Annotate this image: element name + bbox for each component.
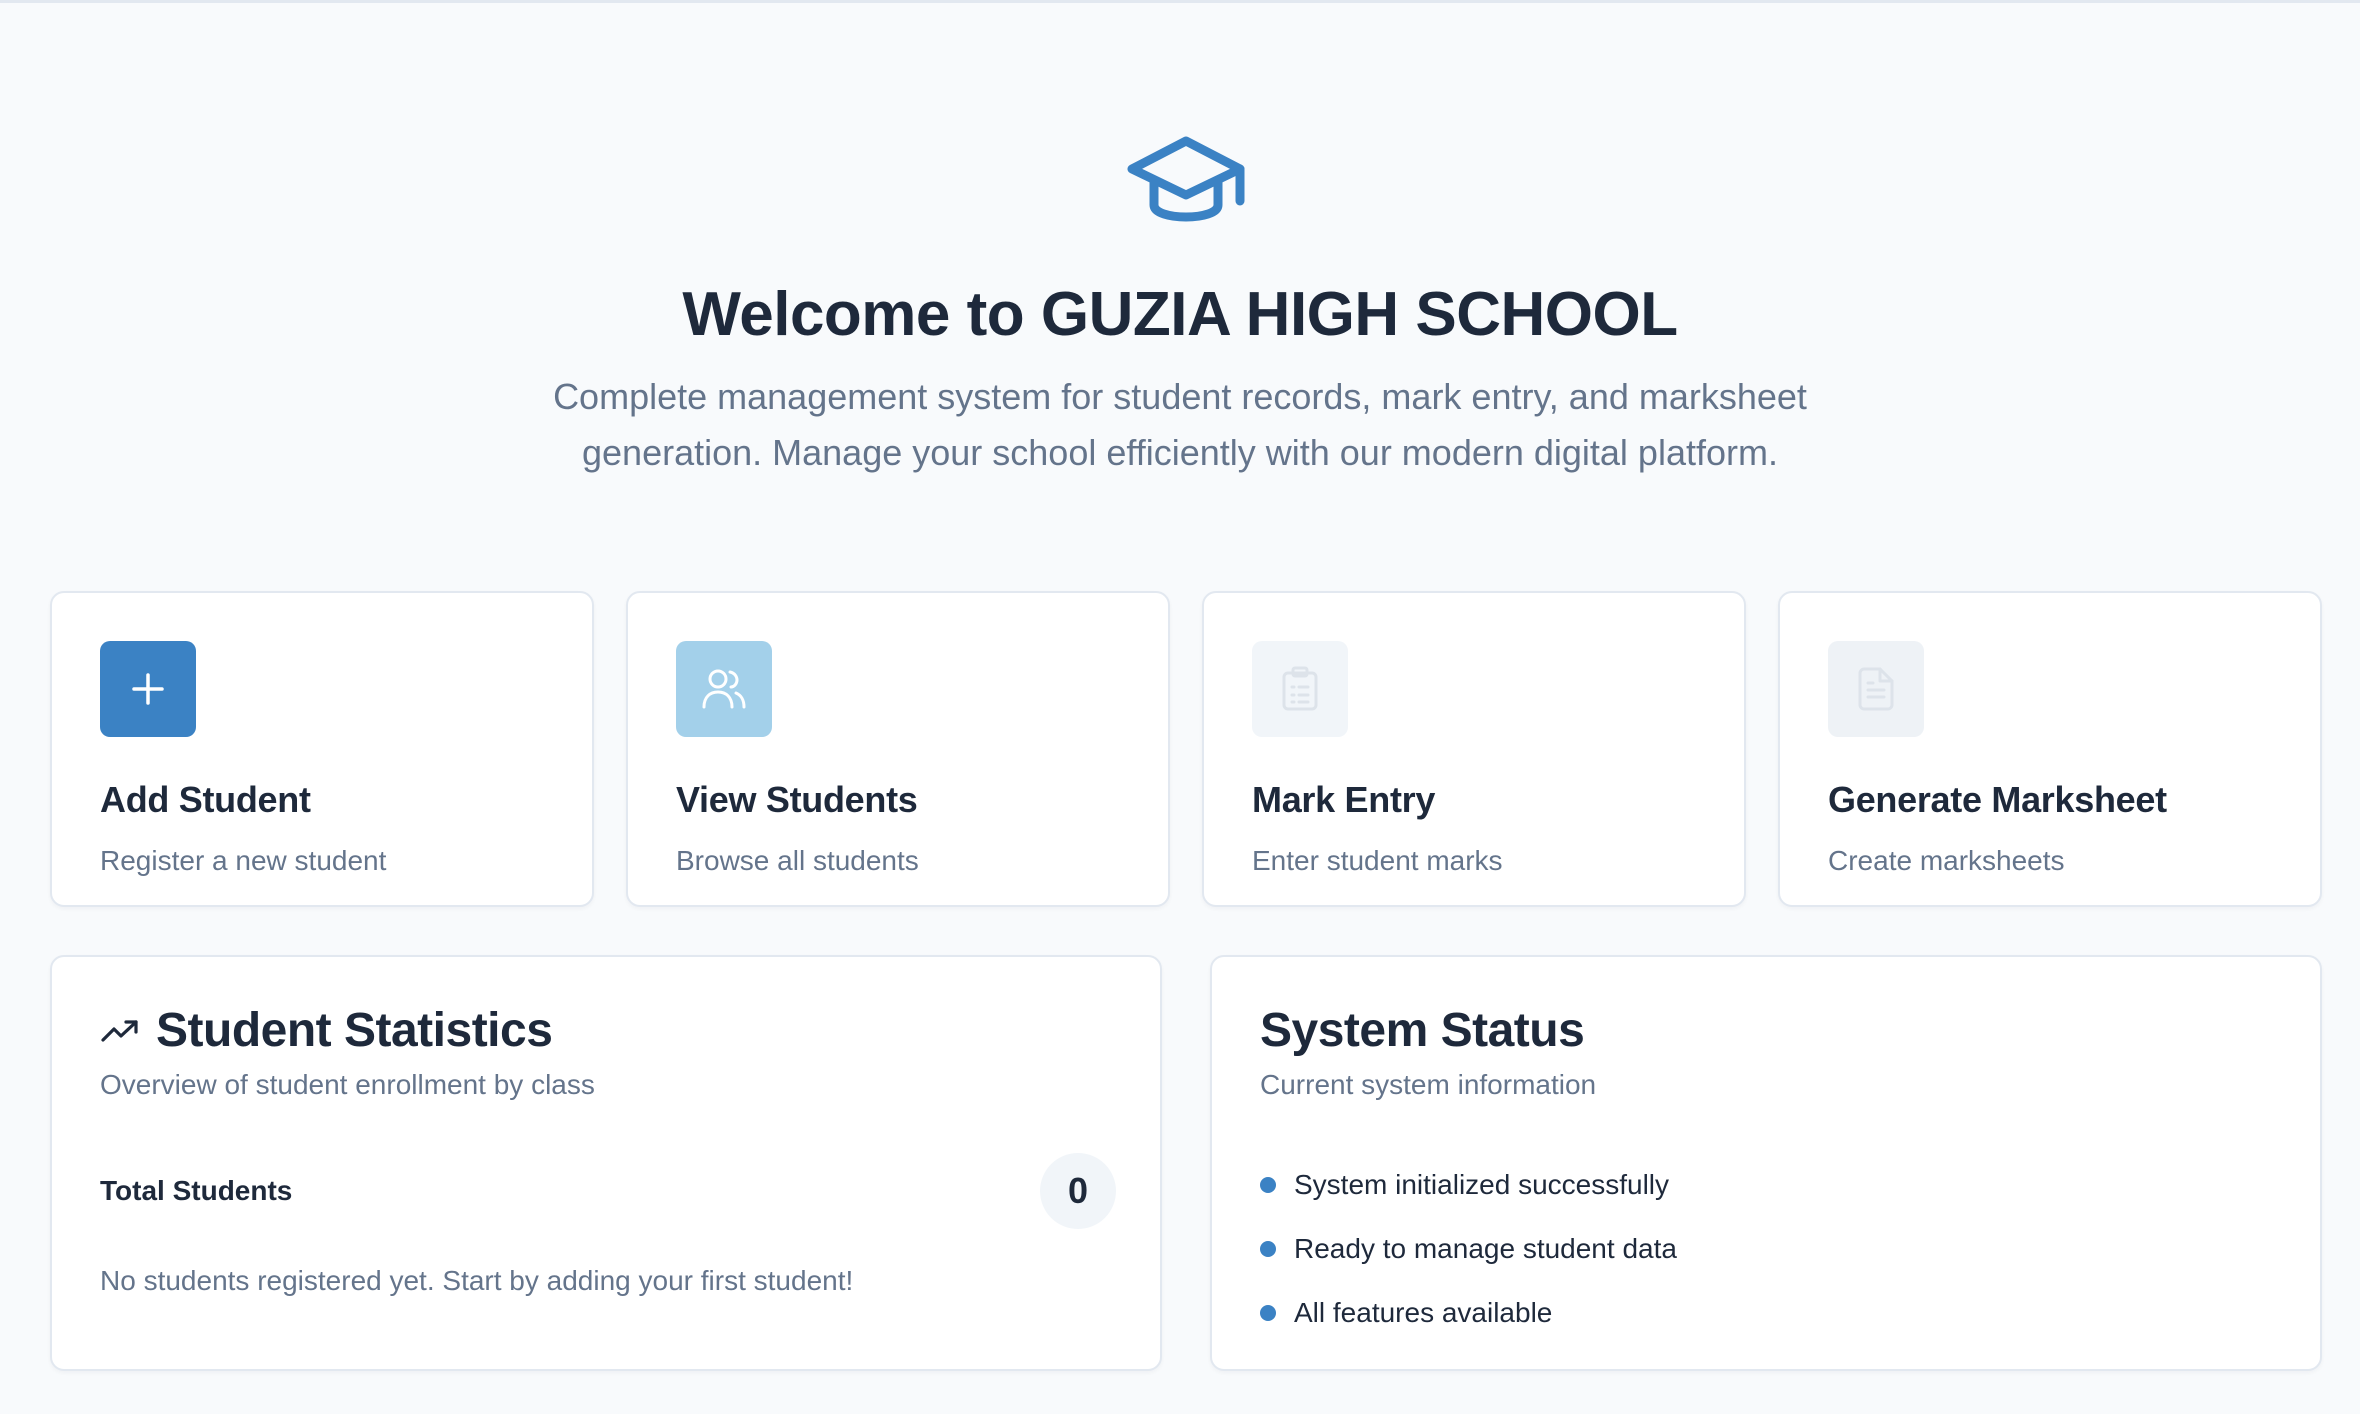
users-icon [702, 669, 746, 709]
system-status-title: System Status [1260, 1004, 1585, 1057]
view-students-description: Browse all students [676, 845, 919, 876]
trending-up-icon [101, 1019, 138, 1042]
add-student-card[interactable]: Add Student Register a new student [50, 591, 594, 907]
student-statistics-title: Student Statistics [156, 1004, 553, 1057]
total-students-label: Total Students [100, 1175, 293, 1206]
plus-icon [132, 673, 164, 705]
status-dot-icon [1260, 1305, 1276, 1321]
add-student-title: Add Student [100, 779, 311, 820]
generate-marksheet-icon-tile [1828, 641, 1924, 737]
view-students-title: View Students [676, 779, 918, 820]
file-text-icon [1858, 667, 1894, 711]
empty-students-message: No students registered yet. Start by add… [100, 1265, 854, 1296]
mark-entry-description: Enter student marks [1252, 845, 1503, 876]
status-item: System initialized successfully [1260, 1153, 1677, 1217]
status-item-text: System initialized successfully [1294, 1169, 1670, 1200]
system-status-subtitle: Current system information [1260, 1069, 1597, 1100]
subtitle-line-1: Complete management system for student r… [553, 376, 1807, 417]
system-status-card: System Status Current system information… [1210, 955, 2322, 1371]
student-statistics-card: Student Statistics Overview of student e… [50, 955, 1162, 1371]
view-students-card[interactable]: View Students Browse all students [626, 591, 1170, 907]
status-dot-icon [1260, 1177, 1276, 1193]
status-item-text: All features available [1294, 1297, 1553, 1328]
generate-marksheet-card[interactable]: Generate Marksheet Create marksheets [1778, 591, 2322, 907]
system-status-list: System initialized successfully Ready to… [1260, 1153, 1677, 1345]
add-student-icon-tile [100, 641, 196, 737]
total-students-count-badge: 0 [1040, 1153, 1116, 1229]
subtitle-line-2: generation. Manage your school efficient… [582, 432, 1778, 473]
student-statistics-header: Student Statistics [100, 1003, 553, 1058]
status-item: Ready to manage student data [1260, 1217, 1677, 1281]
dashboard-page: Welcome to GUZIA HIGH SCHOOL Complete ma… [0, 0, 2360, 1414]
page-title: Welcome to GUZIA HIGH SCHOOL [682, 280, 1678, 349]
mark-entry-card[interactable]: Mark Entry Enter student marks [1202, 591, 1746, 907]
status-item: All features available [1260, 1281, 1677, 1345]
generate-marksheet-description: Create marksheets [1828, 845, 2065, 876]
status-dot-icon [1260, 1241, 1276, 1257]
view-students-icon-tile [676, 641, 772, 737]
graduation-cap-icon [1127, 136, 1245, 222]
student-statistics-subtitle: Overview of student enrollment by class [100, 1069, 595, 1100]
clipboard-icon [1282, 666, 1318, 711]
status-item-text: Ready to manage student data [1294, 1233, 1677, 1264]
add-student-description: Register a new student [100, 845, 387, 876]
page-subtitle: Complete management system for student r… [520, 369, 1840, 481]
generate-marksheet-title: Generate Marksheet [1828, 779, 2167, 820]
mark-entry-title: Mark Entry [1252, 779, 1436, 820]
mark-entry-icon-tile [1252, 641, 1348, 737]
